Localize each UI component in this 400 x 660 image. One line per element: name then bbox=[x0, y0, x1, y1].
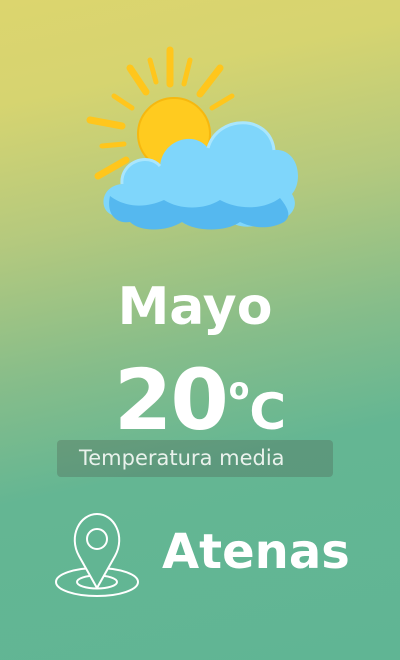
month-label: Mayo bbox=[117, 277, 273, 337]
degree-symbol: o bbox=[228, 372, 250, 407]
caption-label: Temperatura media bbox=[79, 446, 285, 470]
weather-card: Mayo 20oC Temperatura media Atenas bbox=[0, 0, 400, 660]
city-name: Atenas bbox=[162, 524, 350, 580]
temperature-unit: C bbox=[249, 383, 287, 441]
partly-sunny-icon bbox=[86, 46, 298, 230]
location-pin-icon bbox=[55, 513, 139, 597]
caption-badge: Temperatura media bbox=[57, 440, 333, 477]
temperature-value: 20 bbox=[113, 351, 229, 449]
